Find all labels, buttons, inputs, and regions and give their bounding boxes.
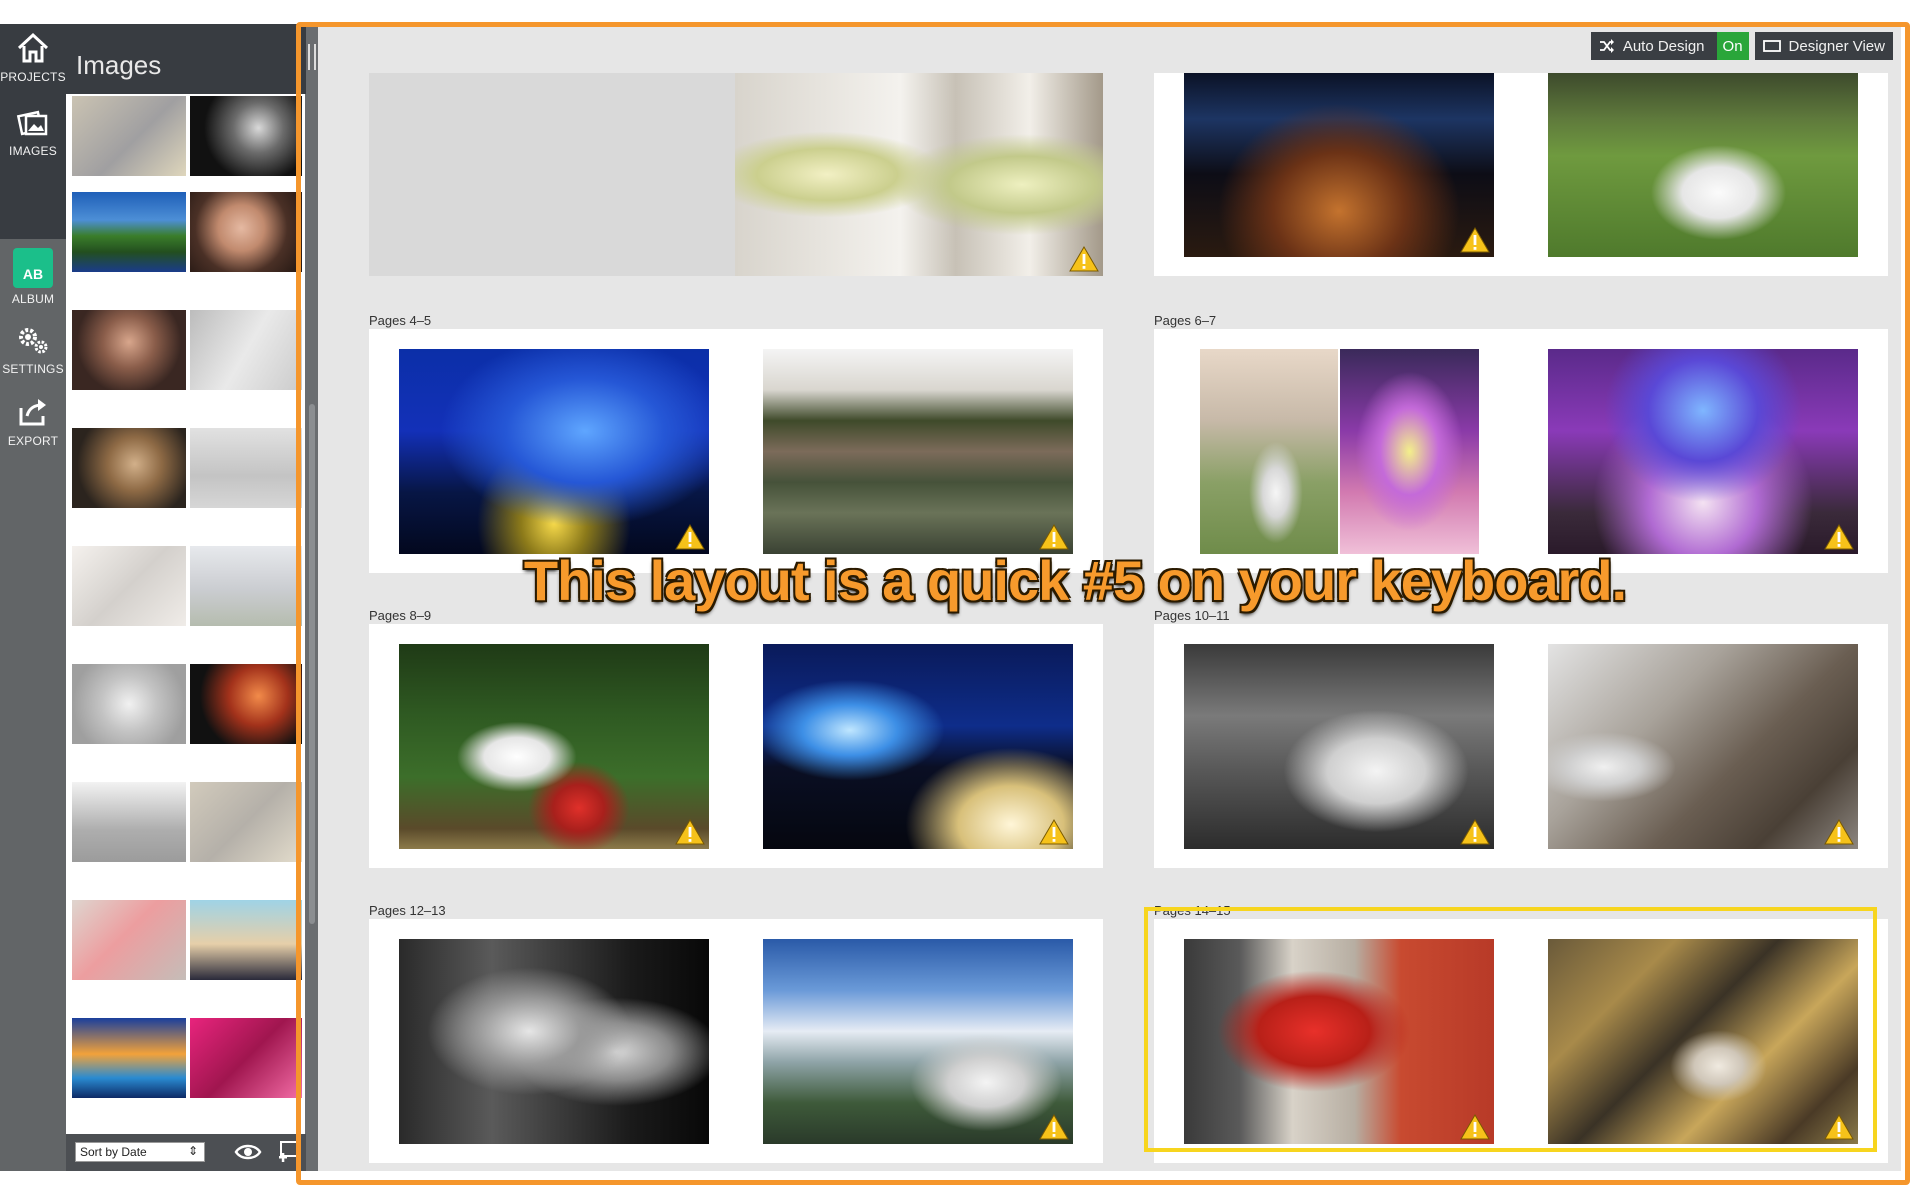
warning-icon: [1460, 227, 1490, 253]
spread-top-right[interactable]: [1154, 73, 1888, 276]
photo[interactable]: [1548, 349, 1858, 554]
photo[interactable]: [763, 939, 1073, 1144]
sort-select-value: Sort by Date: [80, 1145, 147, 1159]
spread-label: Pages 8–9: [369, 608, 432, 623]
sort-arrows-icon: ⇕: [187, 1144, 198, 1158]
photo[interactable]: [1340, 349, 1479, 554]
thumbnail[interactable]: [72, 1018, 186, 1098]
images-panel-header: Images: [66, 24, 306, 94]
album-icon: AB: [13, 248, 53, 288]
nav-export[interactable]: EXPORT: [0, 388, 66, 458]
spread-pages-8-9[interactable]: [369, 624, 1103, 868]
thumbnail[interactable]: [190, 428, 302, 508]
empty-page[interactable]: [369, 73, 735, 276]
splitter-grip-icon[interactable]: [308, 44, 316, 70]
photo[interactable]: [399, 939, 709, 1144]
spread-pages-6-7[interactable]: [1154, 329, 1888, 573]
auto-design-label: Auto Design: [1622, 37, 1705, 55]
photo[interactable]: [763, 644, 1073, 849]
auto-design-state: On: [1716, 32, 1749, 60]
warning-icon: [1824, 819, 1854, 845]
warning-icon: [675, 819, 705, 845]
thumbnail[interactable]: [72, 782, 186, 862]
thumbnail[interactable]: [72, 96, 186, 176]
eye-icon[interactable]: [234, 1140, 262, 1164]
thumbnail[interactable]: [72, 546, 186, 626]
add-images-icon[interactable]: [276, 1140, 300, 1166]
nav-images[interactable]: IMAGES: [0, 98, 66, 168]
images-panel: Images Sort by Date ⇕: [66, 24, 306, 1171]
thumbnail[interactable]: [190, 664, 302, 744]
photo[interactable]: [1548, 939, 1858, 1144]
thumbnail[interactable]: [72, 900, 186, 980]
spread-label: Pages 14–15: [1154, 903, 1231, 918]
sort-select[interactable]: Sort by Date ⇕: [75, 1142, 205, 1162]
warning-icon: [675, 524, 705, 550]
nav-album[interactable]: AB ALBUM: [0, 244, 66, 314]
nav-settings[interactable]: SETTINGS: [0, 316, 66, 386]
warning-icon: [1039, 524, 1069, 550]
monitor-icon: [1762, 40, 1781, 52]
spread-pages-14-15[interactable]: [1154, 919, 1888, 1163]
thumbnail[interactable]: [190, 96, 302, 176]
photo[interactable]: [1184, 939, 1494, 1144]
auto-design-toggle[interactable]: Auto Design On: [1590, 32, 1749, 60]
photo[interactable]: [399, 644, 709, 849]
spread-label: Pages 4–5: [369, 313, 432, 328]
nav-album-label: ALBUM: [11, 292, 55, 306]
panel-splitter[interactable]: [306, 24, 318, 1171]
photo[interactable]: [1184, 73, 1494, 257]
warning-icon: [1039, 1114, 1069, 1140]
spread-label: Pages 12–13: [369, 903, 446, 918]
photo[interactable]: [1184, 644, 1494, 849]
nav-settings-label: SETTINGS: [2, 362, 64, 376]
warning-icon: [1460, 819, 1490, 845]
warning-icon: [1460, 1114, 1490, 1140]
photo[interactable]: [763, 349, 1073, 554]
nav-projects-label: PROJECTS: [0, 70, 66, 84]
thumbnail[interactable]: [72, 310, 186, 390]
nav-rail: PROJECTS IMAGES AB ALBUM SETTINGS EXPORT: [0, 24, 66, 1171]
home-icon: [17, 32, 49, 63]
tutorial-caption: This layout is a quick #5 on your keyboa…: [523, 549, 1627, 612]
nav-projects[interactable]: PROJECTS: [0, 24, 66, 94]
gear-icon: [19, 328, 48, 354]
spread-label: Pages 6–7: [1154, 313, 1217, 328]
images-panel-footer: Sort by Date ⇕: [66, 1134, 306, 1171]
designer-view-button[interactable]: Designer View: [1754, 32, 1893, 60]
thumbnail[interactable]: [190, 1018, 302, 1098]
thumbnail[interactable]: [72, 664, 186, 744]
designer-view-label: Designer View: [1788, 37, 1885, 55]
thumbnail[interactable]: [190, 310, 302, 390]
shuffle-icon: [1599, 39, 1614, 53]
thumbnail[interactable]: [190, 192, 302, 272]
spread-pages-12-13[interactable]: [369, 919, 1103, 1163]
thumbnail[interactable]: [190, 900, 302, 980]
thumbnail[interactable]: [72, 192, 186, 272]
spread-pages-4-5[interactable]: [369, 329, 1103, 573]
export-icon: [19, 399, 46, 426]
spread-cover[interactable]: [369, 73, 1103, 276]
spread-pages-10-11[interactable]: [1154, 624, 1888, 868]
warning-icon: [1824, 524, 1854, 550]
nav-images-label: IMAGES: [9, 144, 57, 158]
thumbnail-grid[interactable]: [70, 94, 302, 1134]
thumbnail[interactable]: [190, 546, 302, 626]
nav-export-label: EXPORT: [7, 434, 59, 448]
thumbnail[interactable]: [190, 782, 302, 862]
photo[interactable]: [1548, 73, 1858, 257]
thumbnail-scrollbar[interactable]: [309, 404, 315, 924]
warning-icon: [1824, 1114, 1854, 1140]
photo[interactable]: [1200, 349, 1338, 554]
images-panel-title: Images: [76, 50, 162, 80]
images-icon: [16, 110, 48, 136]
warning-icon: [1039, 819, 1069, 845]
photo[interactable]: [735, 73, 1103, 276]
photo[interactable]: [1548, 644, 1858, 849]
canvas-toolbar: Auto Design On Designer View: [1590, 32, 1893, 60]
warning-icon: [1069, 246, 1099, 272]
photo[interactable]: [399, 349, 709, 554]
thumbnail[interactable]: [72, 428, 186, 508]
